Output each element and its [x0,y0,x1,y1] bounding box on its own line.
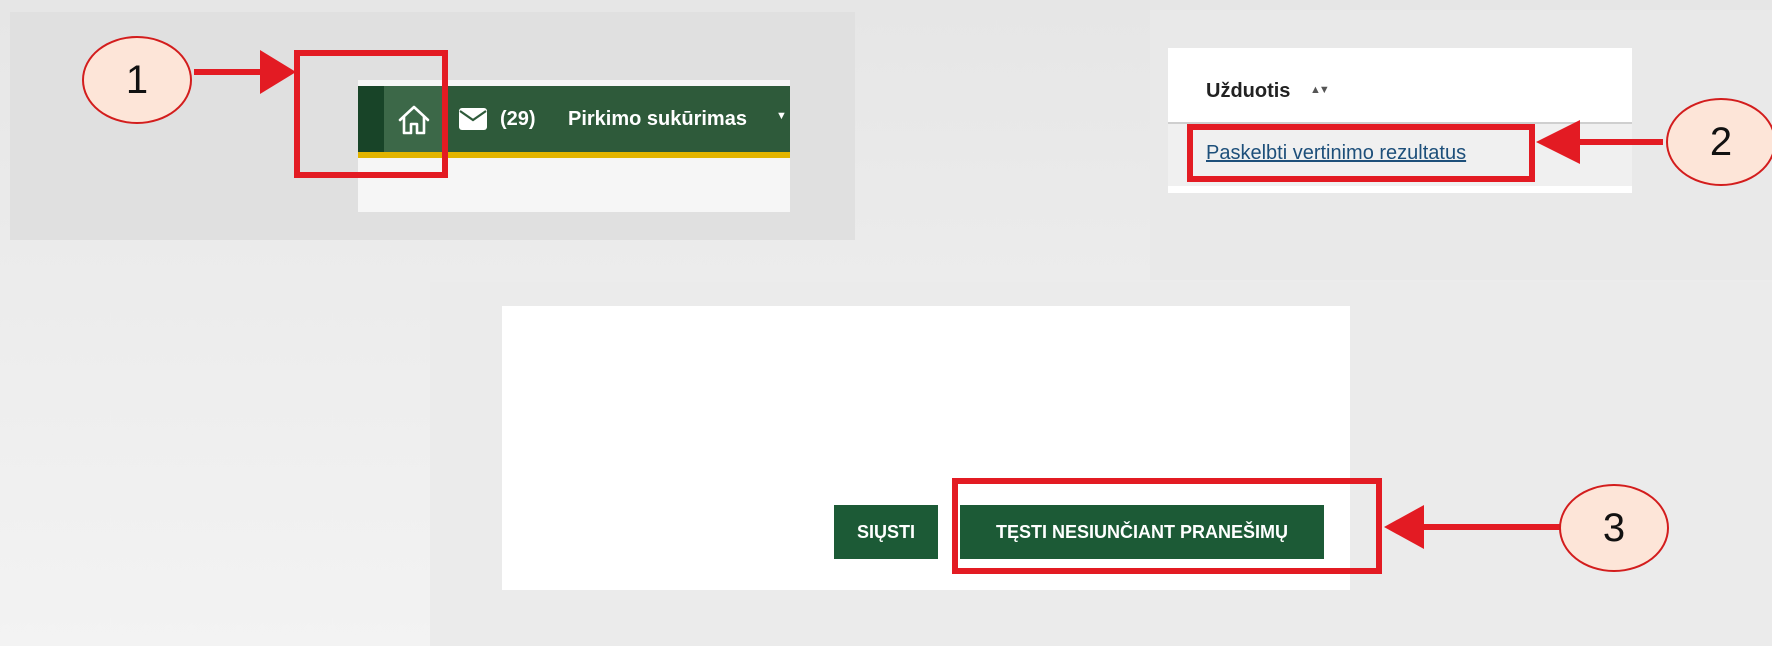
callout-step-3: 3 [1559,484,1669,572]
arrow-2-head [1536,120,1580,164]
callout-step-1: 1 [82,36,192,124]
arrow-1-shaft [194,69,266,75]
arrow-3-shaft [1420,524,1562,530]
annotation-arrows [194,50,1663,549]
callout-step-2: 2 [1666,98,1772,186]
arrow-1-head [260,50,296,94]
arrow-2-shaft [1578,139,1663,145]
arrow-3-head [1384,505,1424,549]
